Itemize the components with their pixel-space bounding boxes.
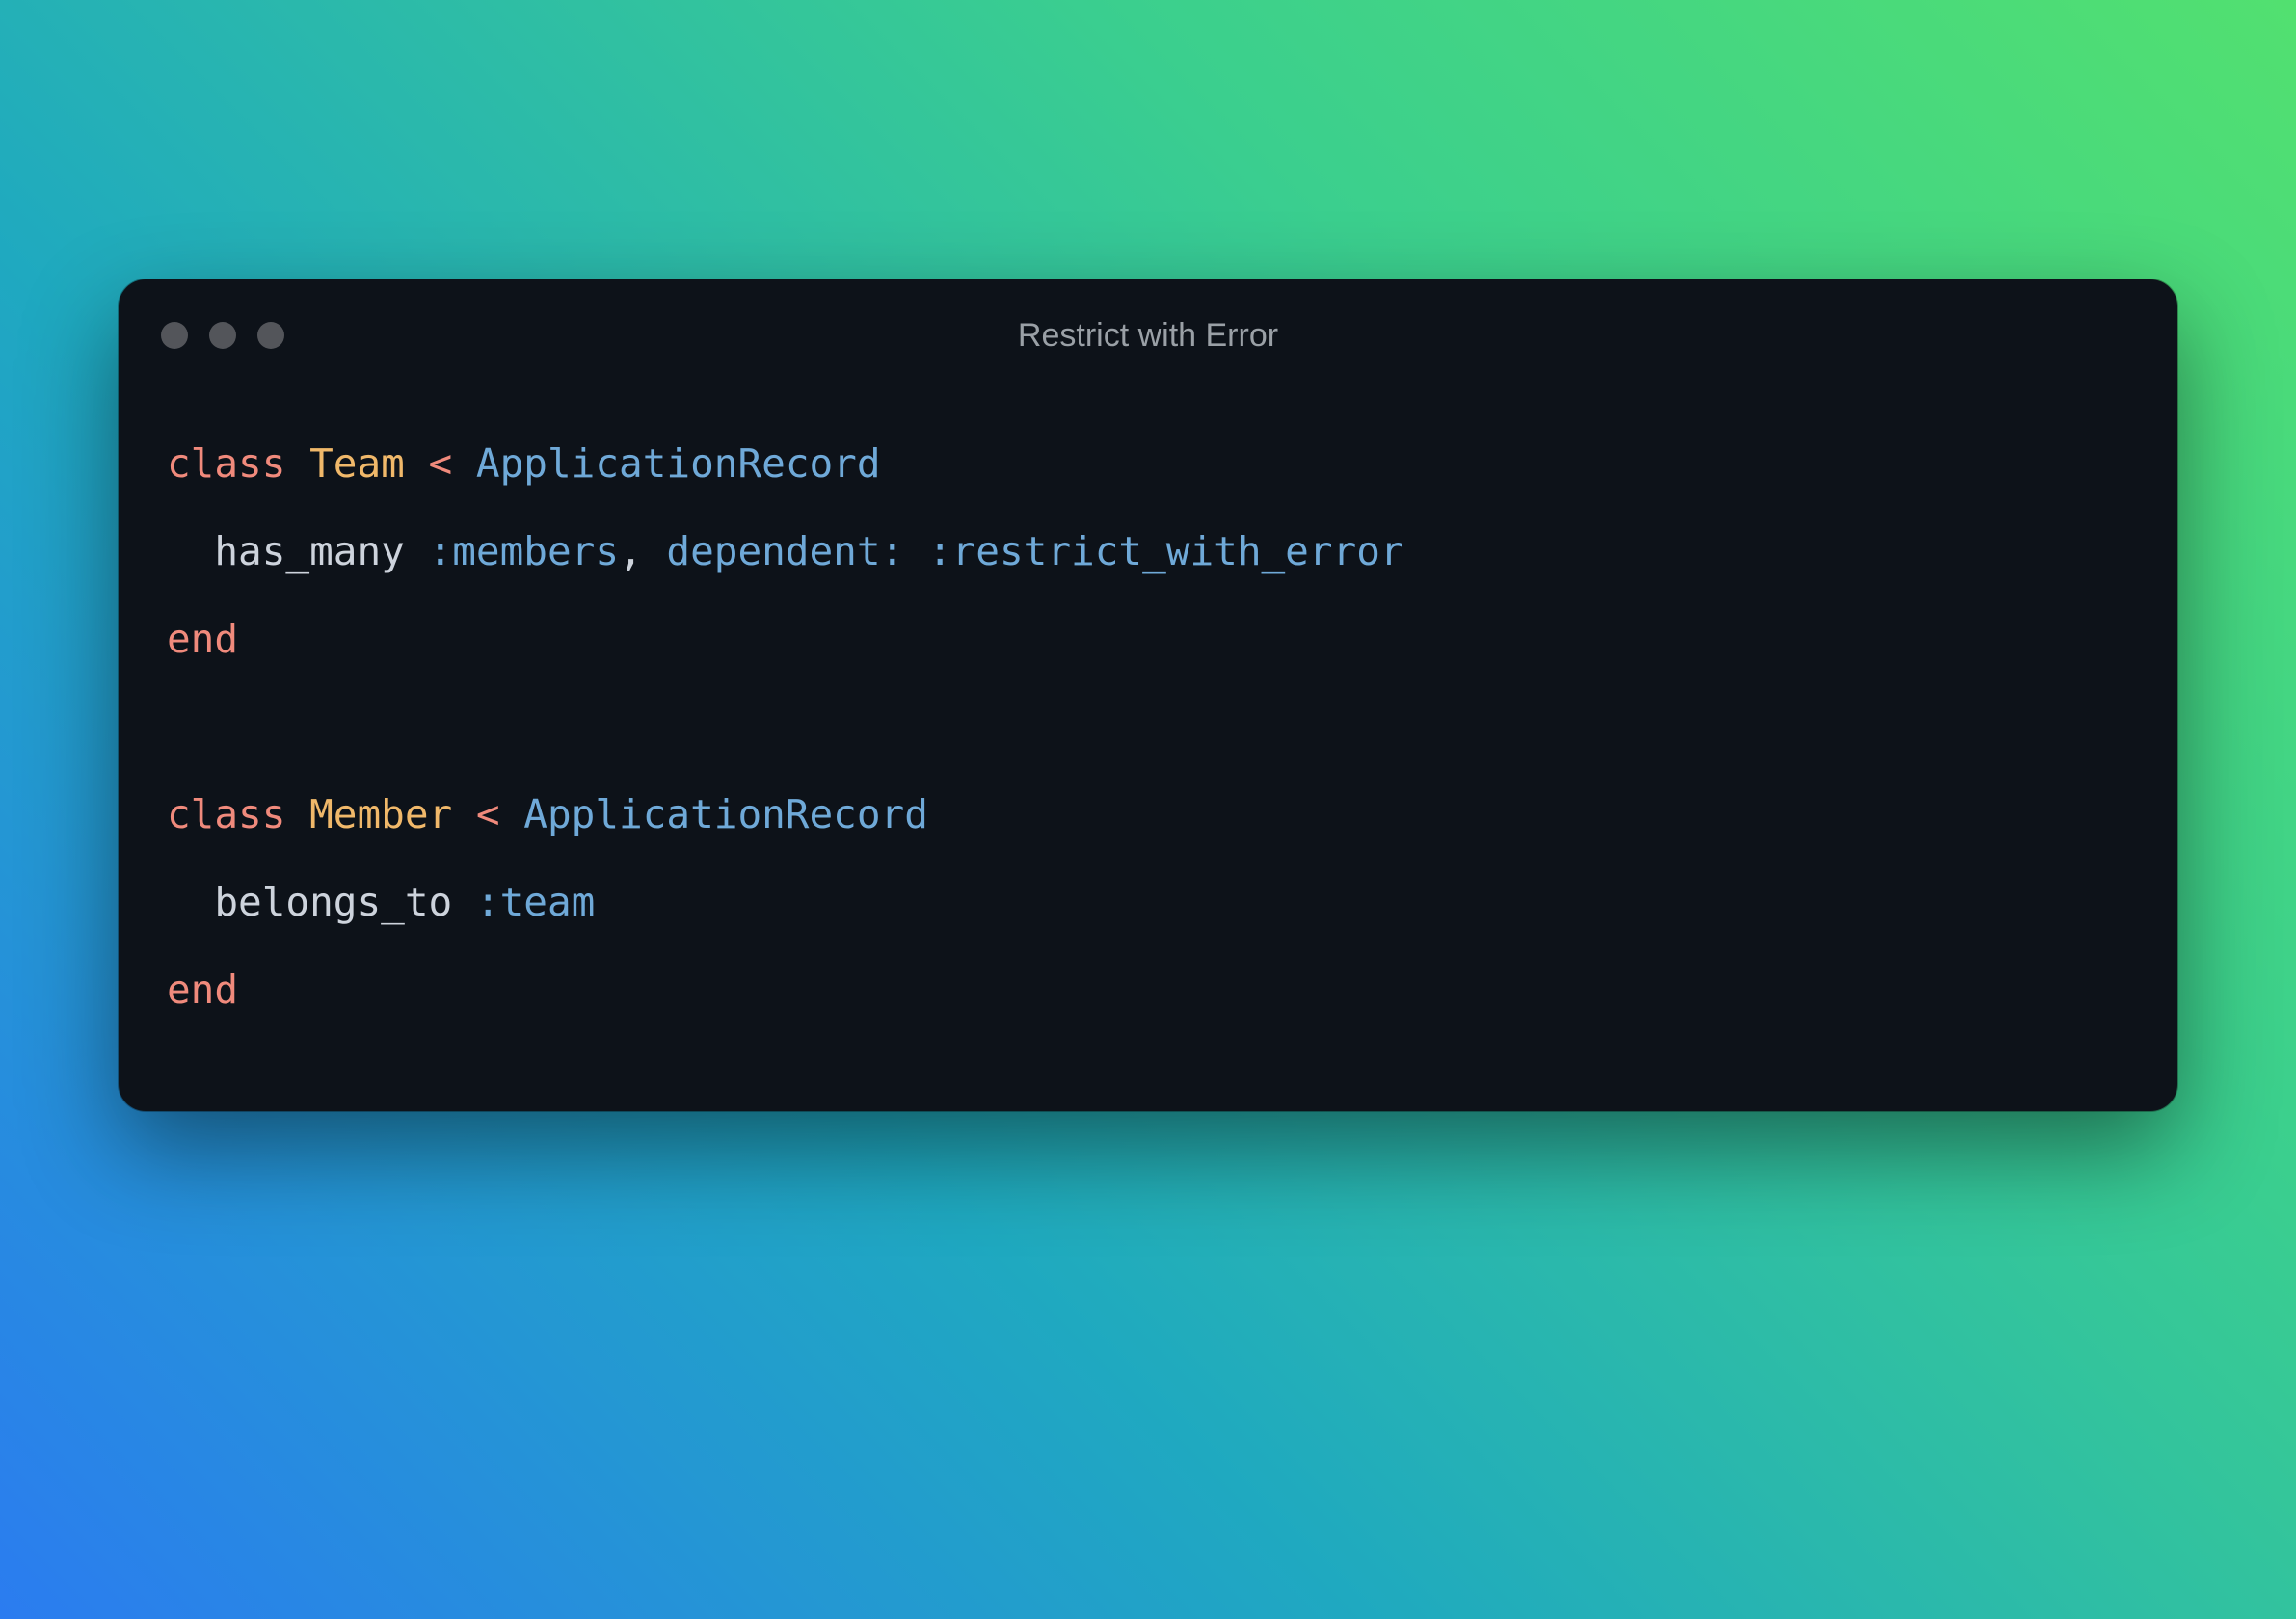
code-token: ApplicationRecord [476, 440, 881, 487]
code-token: Member [309, 791, 452, 837]
code-token [500, 791, 524, 837]
code-token: class [167, 791, 309, 837]
window-title: Restrict with Error [119, 317, 2177, 355]
code-token: has_many [167, 528, 429, 574]
maximize-icon[interactable] [257, 322, 284, 349]
code-token: < [429, 440, 453, 487]
code-token [904, 528, 928, 574]
code-line: class Team < ApplicationRecord [167, 420, 2129, 508]
close-icon[interactable] [161, 322, 188, 349]
code-token: < [476, 791, 500, 837]
code-line: end [167, 596, 2129, 683]
window-titlebar: Restrict with Error [119, 279, 2177, 382]
code-token: belongs_to [167, 879, 476, 925]
code-token: class [167, 440, 309, 487]
minimize-icon[interactable] [209, 322, 236, 349]
code-line: class Member < ApplicationRecord [167, 771, 2129, 859]
code-block: class Team < ApplicationRecord has_many … [119, 382, 2177, 1111]
code-token: ApplicationRecord [523, 791, 928, 837]
code-token: end [167, 967, 238, 1013]
code-line: end [167, 946, 2129, 1034]
code-token [405, 440, 429, 487]
code-token: Team [309, 440, 405, 487]
code-token: :team [476, 879, 595, 925]
code-line: has_many :members, dependent: :restrict_… [167, 508, 2129, 596]
code-line [167, 683, 2129, 771]
code-window: Restrict with Error class Team < Applica… [119, 279, 2177, 1111]
code-token: :restrict_with_error [928, 528, 1404, 574]
code-line: belongs_to :team [167, 859, 2129, 946]
code-token: end [167, 616, 238, 662]
code-token: dependent: [666, 528, 904, 574]
code-token [452, 791, 476, 837]
code-token [452, 440, 476, 487]
window-controls [161, 322, 284, 349]
code-token: , [619, 528, 666, 574]
code-token: :members [429, 528, 619, 574]
